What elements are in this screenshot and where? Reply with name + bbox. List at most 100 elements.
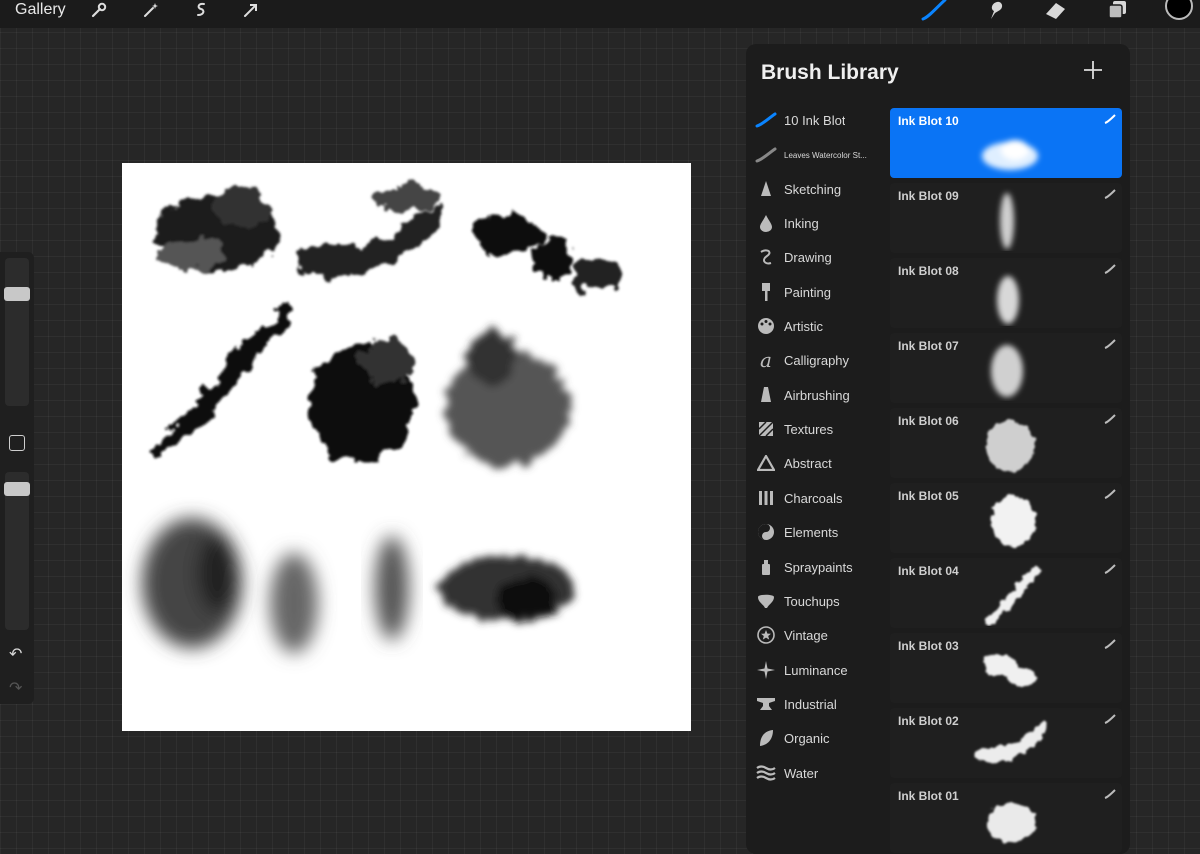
opacity-thumb[interactable] [4,482,30,496]
category-sketching[interactable]: Sketching [748,175,888,203]
spray-can-icon [748,553,784,581]
pencil-tip-icon [748,175,784,203]
category-luminance[interactable]: Luminance [748,656,888,684]
brush-item-ink-blot-02[interactable]: Ink Blot 02 [890,708,1122,778]
category-10-ink-blot[interactable]: 10 Ink Blot [748,106,888,134]
brush-item-ink-blot-01[interactable]: Ink Blot 01 [890,783,1122,853]
eraser-icon[interactable] [1042,0,1070,20]
blot-stroke-4 [150,303,292,458]
category-painting[interactable]: Painting [748,278,888,306]
selection-icon[interactable] [187,0,215,20]
touchup-icon [748,587,784,615]
blot-stroke-7 [142,518,242,648]
category-charcoals[interactable]: Charcoals [748,484,888,512]
category-textures[interactable]: Textures [748,415,888,443]
category-elements[interactable]: Elements [748,518,888,546]
ink-drop-icon [748,209,784,237]
blot-stroke-1 [155,190,279,271]
drawing-canvas[interactable] [122,163,691,731]
brush-stroke-preview [997,276,1019,324]
texture-icon [748,415,784,443]
category-touchups[interactable]: Touchups [748,587,888,615]
top-toolbar: Gallery [0,0,1200,28]
custom-brush-icon [1104,189,1116,199]
category-calligraphy[interactable]: a Calligraphy [748,346,888,374]
blot-stroke-5 [310,343,417,463]
brush-size-slider[interactable] [4,258,30,406]
custom-brush-icon [1104,264,1116,274]
brush-stroke-preview [986,420,1034,472]
gallery-button[interactable]: Gallery [15,0,66,20]
brush-item-ink-blot-03[interactable]: Ink Blot 03 [890,633,1122,703]
brush-stroke-preview [991,495,1035,547]
brush-library-panel: Brush Library 10 Ink Blot Leaves Waterco… [746,44,1130,854]
custom-brush-icon [1104,114,1116,124]
category-water[interactable]: Water [748,759,888,787]
category-industrial[interactable]: Industrial [748,690,888,718]
brush-stroke-preview [987,803,1035,843]
custom-brush-icon [1104,714,1116,724]
canvas-artwork [142,184,621,653]
brush-stroke-preview [1000,193,1014,249]
brush-item-ink-blot-09[interactable]: Ink Blot 09 [890,183,1122,253]
redo-icon[interactable]: ↷ [9,678,22,698]
custom-brush-icon [1104,339,1116,349]
category-vintage[interactable]: Vintage [748,621,888,649]
sparkle-icon [748,656,784,684]
custom-brush-icon [1104,789,1116,799]
brush-item-ink-blot-06[interactable]: Ink Blot 06 [890,408,1122,478]
blot-stroke-8 [270,553,318,653]
category-abstract[interactable]: Abstract [748,449,888,477]
blot-stroke-10 [439,556,575,620]
brush-item-ink-blot-10[interactable]: Ink Blot 10 [890,108,1122,178]
blot-stroke-9 [375,536,409,640]
brush-item-ink-blot-05[interactable]: Ink Blot 05 [890,483,1122,553]
custom-brush-icon [748,141,784,169]
calligraphy-icon: a [760,348,772,372]
left-slider-bar: ↶ ↷ [0,252,34,704]
color-picker-swatch[interactable] [1165,0,1193,20]
airbrush-icon [748,381,784,409]
add-brush-icon[interactable] [1081,58,1105,82]
modify-button[interactable] [9,435,25,451]
custom-brush-icon [1104,414,1116,424]
blot-stroke-2 [297,184,442,277]
category-drawing[interactable]: Drawing [748,243,888,271]
smudge-icon[interactable] [982,0,1010,20]
drawing-curl-icon [748,243,784,271]
brush-icon[interactable] [920,0,948,21]
brush-stroke-preview [991,345,1023,397]
brush-stroke-preview [984,654,1035,687]
custom-brush-icon [748,106,784,134]
charcoal-icon [748,484,784,512]
waves-icon [748,759,784,787]
layers-icon[interactable] [1104,0,1132,20]
category-leaves-watercolor[interactable]: Leaves Watercolor St... [748,141,888,169]
category-artistic[interactable]: Artistic [748,312,888,340]
leaf-icon [748,724,784,752]
brush-size-thumb[interactable] [4,287,30,301]
star-badge-icon [748,621,784,649]
brush-stroke-preview [982,140,1038,170]
palette-icon [748,312,784,340]
custom-brush-icon [1104,639,1116,649]
brush-item-ink-blot-07[interactable]: Ink Blot 07 [890,333,1122,403]
move-arrow-icon[interactable] [237,0,265,20]
category-organic[interactable]: Organic [748,724,888,752]
brush-stroke-preview [975,722,1045,763]
brush-item-ink-blot-08[interactable]: Ink Blot 08 [890,258,1122,328]
opacity-slider[interactable] [4,472,30,630]
magic-wand-icon[interactable] [137,0,165,20]
category-spraypaints[interactable]: Spraypaints [748,553,888,581]
undo-icon[interactable]: ↶ [9,644,22,664]
brush-item-ink-blot-04[interactable]: Ink Blot 04 [890,558,1122,628]
paintbrush-icon [748,278,784,306]
blot-stroke-3 [472,215,621,293]
wrench-icon[interactable] [85,0,113,20]
panel-title: Brush Library [761,61,899,84]
custom-brush-icon [1104,564,1116,574]
anvil-icon [748,690,784,718]
blot-stroke-6 [445,330,569,466]
category-airbrushing[interactable]: Airbrushing [748,381,888,409]
category-inking[interactable]: Inking [748,209,888,237]
